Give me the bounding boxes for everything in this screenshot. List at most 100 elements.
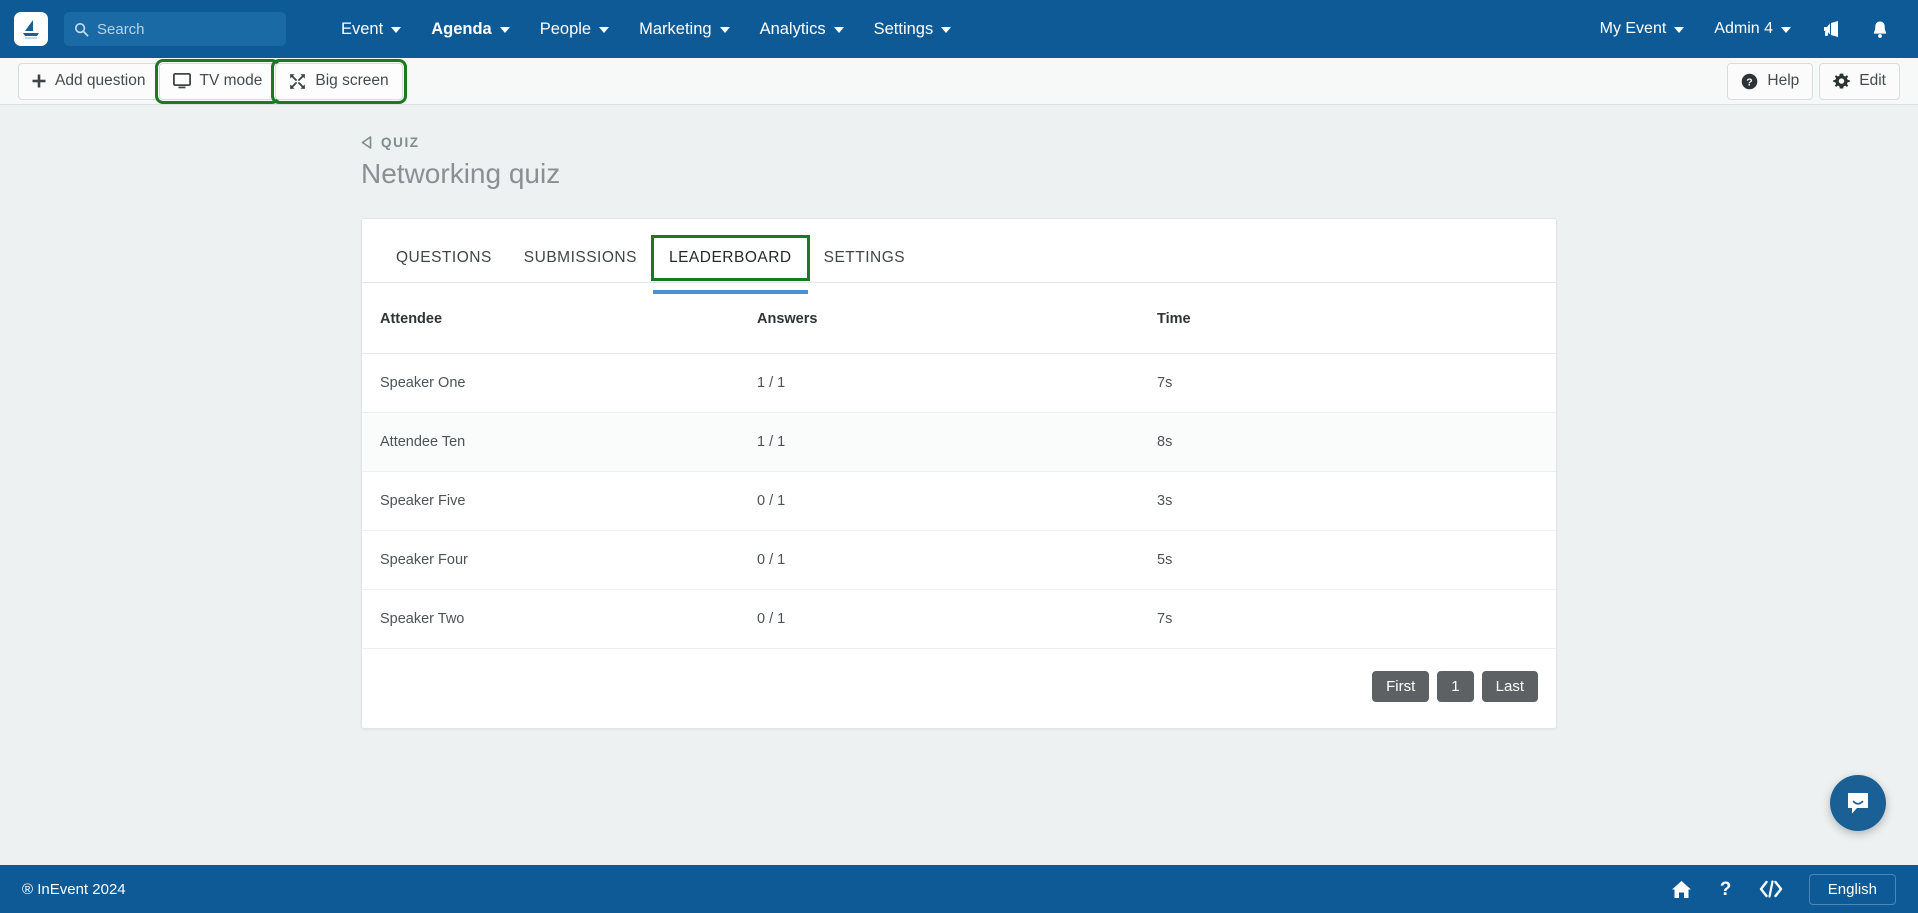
cell-answers: 1 / 1 xyxy=(757,353,1157,413)
my-event-label: My Event xyxy=(1599,20,1667,37)
cell-time: 3s xyxy=(1157,471,1556,531)
pagination: First 1 Last xyxy=(362,649,1556,728)
tab-leaderboard[interactable]: LEADERBOARD xyxy=(650,235,810,294)
cell-attendee: Speaker One xyxy=(362,353,757,413)
nav-item-people-label: People xyxy=(539,20,592,38)
tab-submissions-label: SUBMISSIONS xyxy=(523,249,637,266)
nav-item-marketing-label: Marketing xyxy=(639,20,712,38)
column-header-answers: Answers xyxy=(757,283,1157,354)
pagination-last-button[interactable]: Last xyxy=(1481,671,1538,702)
table-body: Speaker One 1 / 1 7s Attendee Ten 1 / 1 … xyxy=(362,353,1556,649)
add-question-label: Add question xyxy=(55,72,146,89)
breadcrumb-back-to-quiz[interactable]: QUIZ xyxy=(361,135,1557,150)
admin-account-menu[interactable]: Admin 4 xyxy=(1699,0,1806,58)
nav-item-event-label: Event xyxy=(341,20,384,38)
tab-questions[interactable]: QUESTIONS xyxy=(380,249,508,282)
tab-leaderboard-label: LEADERBOARD xyxy=(668,249,792,266)
code-icon[interactable] xyxy=(1759,880,1783,898)
leaderboard-table: Attendee Answers Time Speaker One 1 / 1 … xyxy=(362,283,1556,649)
search-icon xyxy=(74,22,89,37)
cell-answers: 1 / 1 xyxy=(757,412,1157,472)
nav-item-agenda-label: Agenda xyxy=(431,20,492,38)
question-mark-icon[interactable]: ? xyxy=(1718,879,1733,899)
page-toolbar: Add question TV mode Big screen ? Help E… xyxy=(0,58,1918,105)
table-header-row: Attendee Answers Time xyxy=(362,283,1556,354)
nav-item-marketing[interactable]: Marketing xyxy=(624,0,744,58)
table-row[interactable]: Speaker Two 0 / 1 7s xyxy=(362,589,1556,649)
search-box[interactable] xyxy=(64,12,286,46)
caret-left-icon xyxy=(361,136,372,149)
edit-button[interactable]: Edit xyxy=(1819,62,1900,100)
page-footer: ® InEvent 2024 ? English xyxy=(0,865,1918,913)
svg-text:?: ? xyxy=(1747,76,1753,88)
page-title: Networking quiz xyxy=(361,158,561,189)
notifications-button[interactable] xyxy=(1856,0,1904,58)
announcements-button[interactable] xyxy=(1806,0,1856,58)
top-navigation-bar: Event Agenda People Marketing Analytics … xyxy=(0,0,1918,58)
plus-icon xyxy=(32,74,46,88)
my-event-menu[interactable]: My Event xyxy=(1585,0,1700,58)
inevent-logo[interactable] xyxy=(14,12,48,46)
edit-label: Edit xyxy=(1859,72,1886,89)
breadcrumb-label: QUIZ xyxy=(381,135,420,150)
cell-answers: 0 / 1 xyxy=(757,530,1157,590)
table-row[interactable]: Speaker Four 0 / 1 5s xyxy=(362,530,1556,590)
table-row[interactable]: Speaker One 1 / 1 7s xyxy=(362,353,1556,413)
tab-bar: QUESTIONS SUBMISSIONS LEADERBOARD SETTIN… xyxy=(362,219,1556,294)
cell-time: 7s xyxy=(1157,353,1556,413)
big-screen-label: Big screen xyxy=(315,72,389,89)
chat-widget-button[interactable] xyxy=(1830,775,1886,831)
cell-time: 8s xyxy=(1157,412,1556,472)
table-row[interactable]: Speaker Five 0 / 1 3s xyxy=(362,471,1556,531)
svg-text:?: ? xyxy=(1719,879,1731,899)
nav-item-agenda[interactable]: Agenda xyxy=(416,0,525,58)
cell-answers: 0 / 1 xyxy=(757,471,1157,531)
tab-settings-label: SETTINGS xyxy=(823,249,906,266)
tv-mode-button[interactable]: TV mode xyxy=(154,58,281,104)
chevron-down-icon xyxy=(941,27,952,33)
nav-item-analytics[interactable]: Analytics xyxy=(745,0,859,58)
pagination-page-1-button[interactable]: 1 xyxy=(1437,671,1474,702)
cell-attendee: Speaker Five xyxy=(362,471,757,531)
chat-bubble-icon xyxy=(1848,793,1868,814)
nav-item-people[interactable]: People xyxy=(525,0,624,58)
nav-item-settings[interactable]: Settings xyxy=(859,0,967,58)
toolbar-right-group: ? Help Edit xyxy=(1727,62,1900,100)
footer-right-group: ? English xyxy=(1671,873,1896,905)
nav-item-event[interactable]: Event xyxy=(326,0,416,58)
nav-item-settings-label: Settings xyxy=(873,20,934,38)
content-wrapper: QUIZ Networking quiz QUESTIONS SUBMISSIO… xyxy=(361,135,1557,729)
cell-time: 5s xyxy=(1157,530,1556,590)
tv-icon xyxy=(172,73,191,89)
help-button[interactable]: ? Help xyxy=(1727,62,1814,100)
chevron-down-icon xyxy=(599,27,610,33)
pagination-first-button[interactable]: First xyxy=(1372,671,1430,702)
top-nav-right: My Event Admin 4 xyxy=(1585,0,1904,58)
chevron-down-icon xyxy=(391,27,402,33)
cell-time: 7s xyxy=(1157,589,1556,649)
cell-attendee: Speaker Four xyxy=(362,530,757,590)
big-screen-button[interactable]: Big screen xyxy=(271,58,407,104)
cell-answers: 0 / 1 xyxy=(757,589,1157,649)
chevron-down-icon xyxy=(499,27,510,33)
footer-copyright: ® InEvent 2024 xyxy=(22,880,126,898)
main-menu: Event Agenda People Marketing Analytics … xyxy=(326,0,966,58)
home-icon[interactable] xyxy=(1671,880,1692,899)
cell-attendee: Attendee Ten xyxy=(362,412,757,472)
add-question-button[interactable]: Add question xyxy=(18,62,160,100)
tab-submissions[interactable]: SUBMISSIONS xyxy=(508,249,653,282)
tab-settings[interactable]: SETTINGS xyxy=(808,249,922,282)
chevron-down-icon xyxy=(1781,27,1791,33)
table-row[interactable]: Attendee Ten 1 / 1 8s xyxy=(362,412,1556,472)
help-label: Help xyxy=(1767,72,1800,89)
help-circle-icon: ? xyxy=(1742,73,1758,89)
nav-item-analytics-label: Analytics xyxy=(759,20,826,38)
search-input[interactable] xyxy=(97,20,276,38)
megaphone-icon xyxy=(1824,21,1838,37)
quiz-card: QUESTIONS SUBMISSIONS LEADERBOARD SETTIN… xyxy=(361,218,1557,729)
tab-questions-label: QUESTIONS xyxy=(396,249,492,266)
chevron-down-icon xyxy=(719,27,730,33)
tv-mode-label: TV mode xyxy=(199,72,263,89)
main-content: QUIZ Networking quiz QUESTIONS SUBMISSIO… xyxy=(0,105,1918,865)
language-selector[interactable]: English xyxy=(1808,873,1896,905)
